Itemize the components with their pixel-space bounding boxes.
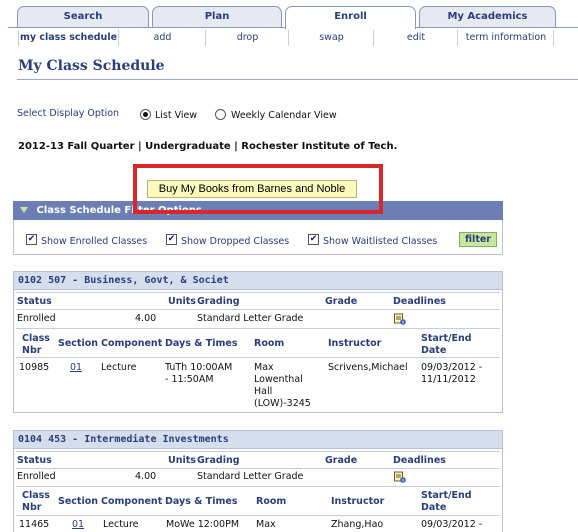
days-times-value: MoWe 12:00PM — [166, 519, 240, 530]
collapse-triangle-icon[interactable] — [20, 207, 28, 213]
days-times-value: TuTh 10:00AM - 11:50AM — [165, 362, 233, 385]
deadlines-header: Deadlines — [393, 296, 446, 307]
grade-header: Grade — [325, 296, 358, 307]
deadlines-calendar-icon[interactable] — [394, 471, 406, 483]
status-value: Enrolled — [17, 471, 56, 482]
days-times-header: Days & Times — [165, 338, 238, 349]
units-value: 4.00 — [135, 471, 157, 482]
subtab-my-class-schedule[interactable]: my class schedule — [18, 30, 119, 46]
component-value: Lecture — [103, 519, 139, 530]
list-view-label[interactable]: List View — [155, 110, 197, 121]
row-divider — [16, 486, 500, 487]
subtab-term-information[interactable]: term information — [459, 30, 554, 46]
dates-header: Start/End Date — [421, 333, 472, 356]
show-enrolled-checkbox[interactable]: ✔ — [26, 234, 37, 245]
subtab-edit[interactable]: edit — [375, 30, 458, 46]
course-title: 0104 453 - Intermediate Investments — [14, 431, 502, 449]
grading-value: Standard Letter Grade — [197, 471, 304, 482]
instructor-header: Instructor — [331, 496, 385, 507]
row-divider — [16, 515, 500, 516]
row-divider — [16, 309, 500, 310]
show-waitlisted-label: Show Waitlisted Classes — [323, 236, 438, 247]
subtab-drop[interactable]: drop — [207, 30, 289, 46]
room-header: Room — [254, 338, 285, 349]
subtab-add[interactable]: add — [120, 30, 206, 46]
row-divider — [16, 328, 500, 329]
component-header: Component — [101, 496, 163, 507]
status-header: Status — [17, 296, 52, 307]
class-nbr-value: 10985 — [19, 362, 50, 373]
tab-enroll[interactable]: Enroll — [285, 6, 416, 29]
tab-search[interactable]: Search — [17, 6, 149, 28]
deadlines-calendar-icon[interactable] — [394, 313, 406, 325]
class-nbr-header: Class Nbr — [22, 490, 50, 513]
display-option-label: Select Display Option — [17, 108, 120, 119]
instructor-header: Instructor — [328, 338, 382, 349]
days-times-header: Days & Times — [165, 496, 238, 507]
class-nbr-header: Class Nbr — [22, 333, 50, 356]
list-view-radio[interactable] — [140, 109, 151, 120]
grading-header: Grading — [197, 296, 240, 307]
instructor-value: Zhang,Hao — [331, 519, 384, 530]
show-dropped-label: Show Dropped Classes — [181, 236, 290, 247]
row-divider — [16, 451, 500, 452]
class-nbr-value: 11465 — [19, 519, 50, 530]
dates-value: 09/03/2012 -11/11/2012 — [421, 362, 483, 385]
row-divider — [16, 292, 500, 293]
room-value: Max Lowenthal Hall (LOW)-3245 — [254, 362, 311, 409]
status-header: Status — [17, 455, 52, 466]
show-waitlisted-checkbox[interactable]: ✔ — [308, 234, 319, 245]
component-value: Lecture — [101, 362, 137, 373]
deadlines-header: Deadlines — [393, 455, 446, 466]
row-divider — [16, 468, 500, 469]
tab-my-academics[interactable]: My Academics — [419, 6, 556, 28]
instructor-value: Scrivens,Michael — [328, 362, 408, 373]
weekly-view-label[interactable]: Weekly Calendar View — [231, 110, 337, 121]
component-header: Component — [101, 338, 163, 349]
subtab-swap[interactable]: swap — [290, 30, 374, 46]
show-dropped-checkbox[interactable]: ✔ — [166, 234, 177, 245]
units-header: Units — [168, 296, 196, 307]
room-value: Max — [256, 519, 276, 530]
weekly-view-radio[interactable] — [215, 109, 226, 120]
grade-header: Grade — [325, 455, 358, 466]
grading-value: Standard Letter Grade — [197, 313, 304, 324]
page-title: My Class Schedule — [18, 58, 165, 74]
course-title: 0102 507 - Business, Govt, & Societ — [14, 272, 502, 290]
dates-value: 09/03/2012 - — [421, 519, 483, 530]
show-enrolled-label: Show Enrolled Classes — [41, 236, 148, 247]
section-link[interactable]: 01 — [72, 519, 84, 531]
row-divider — [16, 357, 500, 358]
tab-plan[interactable]: Plan — [152, 6, 282, 28]
units-header: Units — [168, 455, 196, 466]
status-value: Enrolled — [17, 313, 56, 324]
term-info: 2012-13 Fall Quarter | Undergraduate | R… — [18, 141, 398, 152]
section-link[interactable]: 01 — [70, 362, 82, 374]
filter-button[interactable]: filter — [459, 232, 497, 247]
highlight-box — [133, 164, 383, 214]
units-value: 4.00 — [135, 313, 157, 324]
section-header: Section — [58, 496, 99, 507]
section-header: Section — [58, 338, 99, 349]
grading-header: Grading — [197, 455, 240, 466]
room-header: Room — [256, 496, 287, 507]
dates-header: Start/End Date — [421, 490, 472, 513]
title-divider — [17, 79, 578, 80]
